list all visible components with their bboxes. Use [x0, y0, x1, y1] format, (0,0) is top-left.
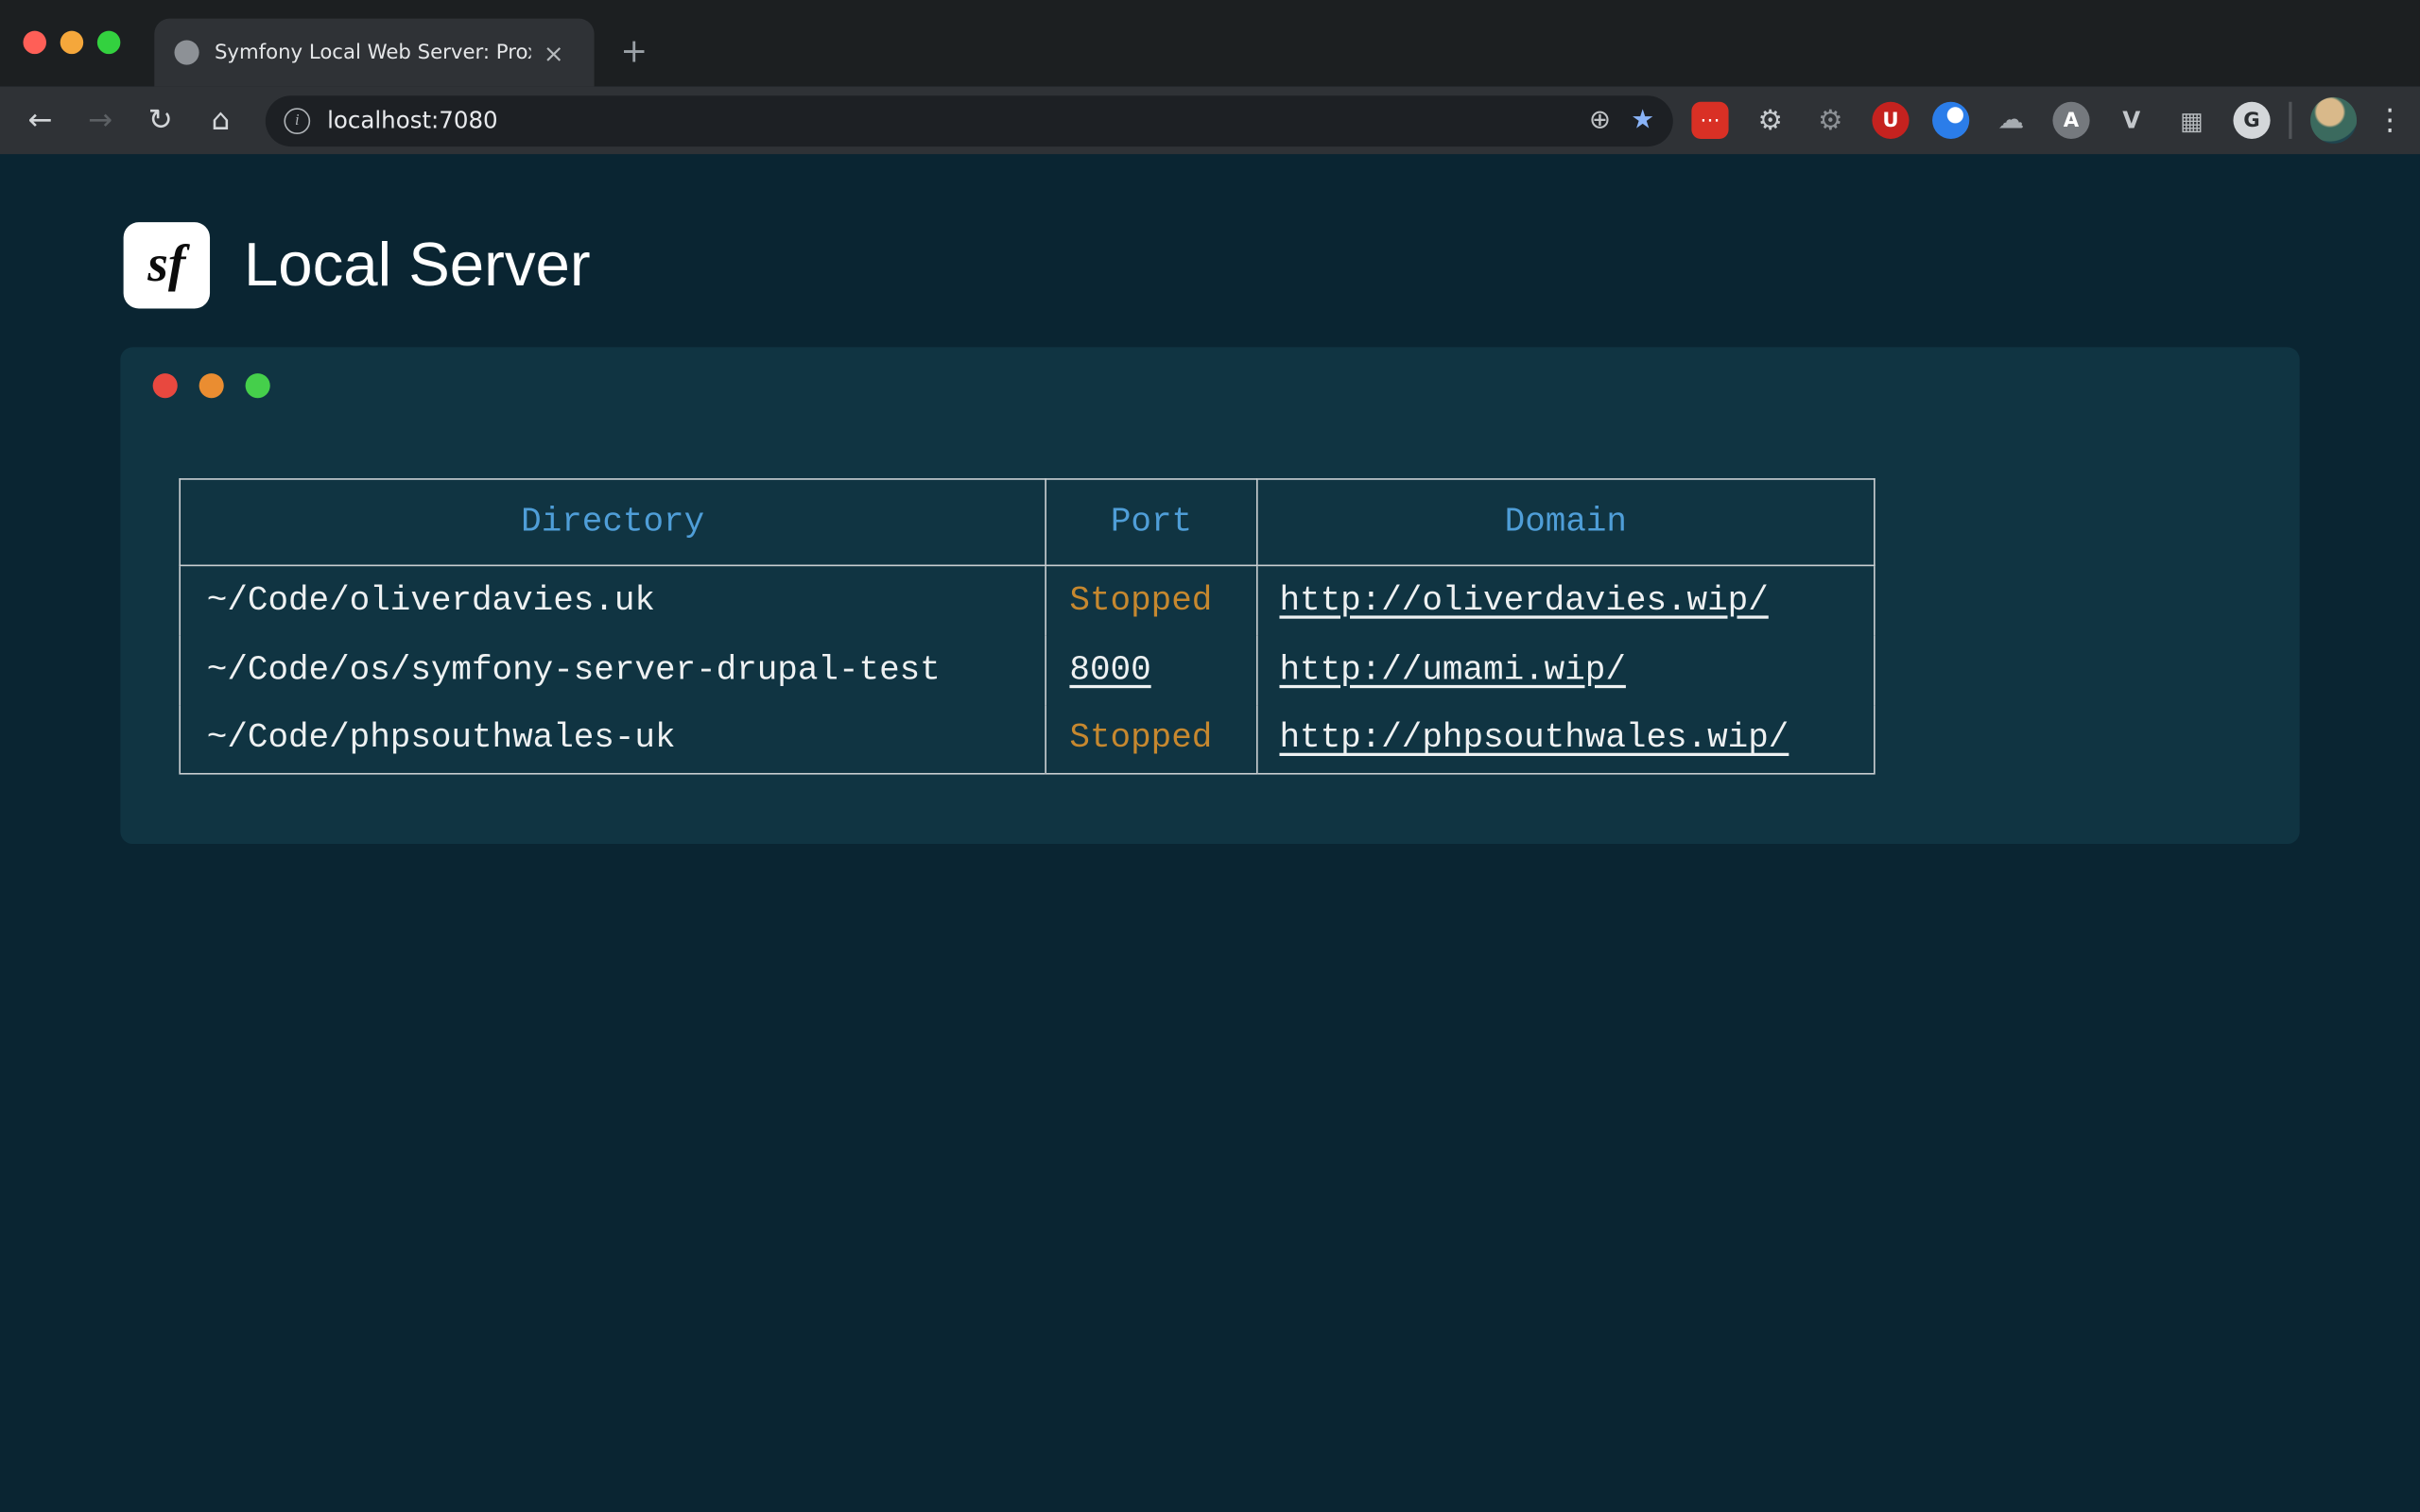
card-green-dot-icon	[246, 373, 270, 398]
card-orange-dot-icon	[199, 373, 224, 398]
back-icon[interactable]: ←	[19, 98, 62, 142]
zoom-indicator-icon[interactable]: ⊕	[1589, 105, 1611, 136]
domain-column-header: Domain	[1257, 479, 1875, 565]
profile-avatar[interactable]	[2310, 97, 2357, 144]
extensions-row: ⋯ ⚙ ⚙ U ☁ A V ▦ G	[1691, 102, 2270, 139]
directory-column-header: Directory	[180, 479, 1046, 565]
toolbar-divider	[2289, 102, 2291, 139]
directory-cell: ~/Code/oliverdavies.uk	[180, 565, 1046, 634]
home-icon[interactable]: ⌂	[199, 98, 243, 142]
symfony-logo-icon: sf	[124, 222, 210, 308]
blue-circle-extension-icon[interactable]	[1932, 102, 1969, 139]
window-minimize-button[interactable]	[60, 31, 83, 54]
table-row: ~/Code/oliverdavies.uk Stopped http://ol…	[180, 565, 1875, 634]
gear-dark-extension-icon[interactable]: ⚙	[1812, 102, 1849, 139]
directory-cell: ~/Code/os/symfony-server-drupal-test	[180, 635, 1046, 704]
new-tab-button[interactable]: +	[620, 32, 648, 69]
letter-a-extension-icon[interactable]: A	[2052, 102, 2089, 139]
server-list-card: Directory Port Domain ~/Code/oliverdavie…	[120, 347, 2299, 844]
globe-favicon-icon	[174, 40, 199, 64]
card-red-dot-icon	[153, 373, 178, 398]
grid-extension-icon[interactable]: ▦	[2173, 102, 2210, 139]
tab-close-icon[interactable]: ×	[544, 38, 564, 67]
port-link[interactable]: 8000	[1069, 650, 1150, 689]
bookmark-star-icon[interactable]: ★	[1631, 105, 1654, 136]
browser-window: Symfony Local Web Server: Prox × + ← → ↻…	[0, 0, 2420, 1512]
table-row: ~/Code/os/symfony-server-drupal-test 800…	[180, 635, 1875, 704]
active-tab[interactable]: Symfony Local Web Server: Prox ×	[154, 19, 594, 87]
table-header-row: Directory Port Domain	[180, 479, 1875, 565]
macos-traffic-lights	[23, 31, 120, 54]
page-content: sf Local Server Directory Port Domain	[0, 154, 2420, 1512]
tab-strip: Symfony Local Web Server: Prox × +	[0, 0, 2420, 86]
github-extension-icon[interactable]: G	[2233, 102, 2270, 139]
cloud-extension-icon[interactable]: ☁	[1993, 102, 2030, 139]
domain-link[interactable]: http://oliverdavies.wip/	[1279, 581, 1768, 620]
site-info-icon[interactable]: i	[284, 107, 310, 133]
letter-v-extension-icon[interactable]: V	[2113, 102, 2150, 139]
card-traffic-dots	[120, 347, 2299, 398]
port-column-header: Port	[1046, 479, 1257, 565]
domain-link[interactable]: http://umami.wip/	[1279, 650, 1625, 689]
page-header: sf Local Server	[0, 154, 2420, 308]
browser-toolbar: ← → ↻ ⌂ i localhost:7080 ⊕ ★ ⋯ ⚙ ⚙ U ☁ A…	[0, 86, 2420, 154]
page-title: Local Server	[244, 231, 591, 300]
chrome-menu-icon[interactable]: ⋮	[2376, 103, 2405, 137]
gear-light-extension-icon[interactable]: ⚙	[1752, 102, 1789, 139]
reload-icon[interactable]: ↻	[139, 98, 182, 142]
window-close-button[interactable]	[23, 31, 45, 54]
address-bar[interactable]: i localhost:7080 ⊕ ★	[266, 94, 1673, 146]
url-text[interactable]: localhost:7080	[327, 107, 1589, 134]
domain-link[interactable]: http://phpsouthwales.wip/	[1279, 719, 1789, 758]
proxy-table: Directory Port Domain ~/Code/oliverdavie…	[179, 478, 1875, 774]
tab-title: Symfony Local Web Server: Prox	[215, 41, 531, 63]
port-status: Stopped	[1069, 719, 1212, 758]
directory-cell: ~/Code/phpsouthwales-uk	[180, 704, 1046, 773]
port-status: Stopped	[1069, 581, 1212, 620]
red-dots-extension-icon[interactable]: ⋯	[1691, 102, 1728, 139]
forward-icon[interactable]: →	[78, 98, 122, 142]
window-zoom-button[interactable]	[97, 31, 120, 54]
table-row: ~/Code/phpsouthwales-uk Stopped http://p…	[180, 704, 1875, 773]
ublock-extension-icon[interactable]: U	[1872, 102, 1909, 139]
